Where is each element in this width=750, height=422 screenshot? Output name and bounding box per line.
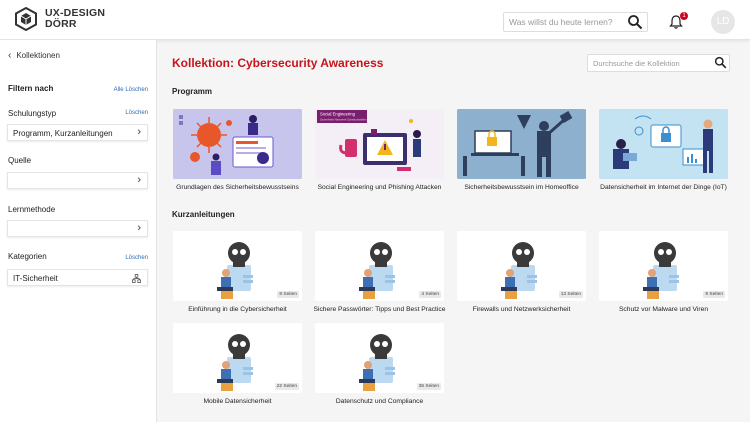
banner-title: Social Engineering — [320, 112, 356, 117]
guide-title: Einführung in die Cybersicherheit — [188, 306, 287, 313]
program-thumbnail — [599, 109, 728, 179]
search-icon[interactable] — [714, 56, 727, 69]
guide-thumbnail: 8 Seiten — [173, 231, 302, 301]
filter-label-lernmethode: Lernmethode — [8, 205, 56, 214]
app: UX-DESIGN DÖRR Was willst du heute lerne… — [0, 0, 750, 422]
logo[interactable]: UX-DESIGN DÖRR — [14, 7, 105, 31]
virus-attack-illustration — [173, 109, 302, 179]
clear-kategorien-link[interactable]: Löschen — [125, 255, 148, 261]
homeoffice-security-illustration — [457, 109, 586, 179]
filter-label-quelle: Quelle — [8, 156, 32, 165]
banner-subtitle: Sicherheits Netzwerk Schwachstellen — [320, 118, 367, 122]
page-count-badge: 13 Seiten — [558, 291, 583, 298]
quelle-select[interactable]: › — [7, 172, 148, 189]
avatar[interactable]: LD — [711, 10, 735, 34]
page-title: Kollektion: Cybersecurity Awareness — [172, 56, 384, 70]
guide-thumbnail: 13 Seiten — [457, 231, 586, 301]
filter-label-kategorien: Kategorien — [8, 252, 47, 261]
schulungstyp-value: Programm, Kurzanleitungen — [13, 129, 113, 138]
page-count-badge: 36 Seiten — [416, 383, 441, 390]
page-count-badge: 9 Seiten — [703, 291, 725, 298]
page-count-badge: 4 Seiten — [419, 291, 441, 298]
chevron-left-icon: ‹ — [8, 50, 12, 61]
program-title: Datensicherheit im Internet der Dinge (I… — [600, 184, 727, 191]
chevron-right-icon: › — [137, 126, 141, 138]
program-section-heading: Programm — [172, 87, 213, 96]
iot-data-security-illustration — [599, 109, 728, 179]
collection-search-input[interactable]: Durchsuche die Kollektion — [587, 54, 730, 72]
guide-title: Mobile Datensicherheit — [203, 398, 272, 405]
guide-thumbnail: 36 Seiten — [315, 323, 444, 393]
chevron-right-icon: › — [137, 174, 141, 186]
guide-title: Firewalls und Netzwerksicherheit — [472, 306, 571, 313]
program-thumbnail — [173, 109, 302, 179]
kategorien-select[interactable]: IT-Sicherheit — [7, 269, 148, 286]
back-label: Kollektionen — [16, 51, 60, 60]
reset-all-filters-link[interactable]: Alle Löschen — [114, 87, 148, 93]
guide-thumbnail: 22 Seiten — [173, 323, 302, 393]
logo-line-2: DÖRR — [45, 18, 77, 30]
guide-thumbnail: 4 Seiten — [315, 231, 444, 301]
clear-schulungstyp-link[interactable]: Löschen — [125, 110, 148, 116]
notification-badge: 1 — [680, 12, 688, 20]
logo-text: UX-DESIGN DÖRR — [45, 8, 105, 30]
guide-title: Datenschutz und Compliance — [335, 398, 424, 405]
lernmethode-select[interactable]: › — [7, 220, 148, 237]
category-tree-icon — [132, 274, 141, 283]
cube-logo-icon — [15, 7, 37, 31]
program-title: Sicherheitsbewusstsein im Homeoffice — [464, 184, 579, 191]
page-count-badge: 8 Seiten — [277, 291, 299, 298]
schulungstyp-select[interactable]: Programm, Kurzanleitungen › — [7, 124, 148, 141]
filter-sidebar: ‹ Kollektionen Filtern nach Alle Löschen… — [0, 40, 157, 422]
kategorien-value: IT-Sicherheit — [13, 274, 58, 283]
chevron-right-icon: › — [137, 222, 141, 234]
program-title: Social Engineering und Phishing Attacken — [317, 184, 442, 191]
program-thumbnail — [457, 109, 586, 179]
filter-label-schulungstyp: Schulungstyp — [8, 109, 57, 118]
page-count-badge: 22 Seiten — [274, 383, 299, 390]
guide-title: Schutz vor Malware und Viren — [618, 306, 709, 313]
search-icon[interactable] — [627, 14, 643, 30]
filter-title: Filtern nach — [8, 84, 54, 93]
guide-thumbnail: 9 Seiten — [599, 231, 728, 301]
program-thumbnail: Social Engineering Sicherheits Netzwerk … — [315, 109, 444, 179]
social-engineering-illustration: Social Engineering Sicherheits Netzwerk … — [315, 109, 444, 179]
guide-title: Sichere Passwörter: Tipps und Best Pract… — [313, 306, 446, 313]
top-bar: UX-DESIGN DÖRR Was willst du heute lerne… — [0, 0, 750, 40]
program-title: Grundlagen des Sicherheitsbewusstseins — [176, 184, 299, 191]
back-to-collections[interactable]: ‹ Kollektionen — [8, 50, 60, 61]
guides-section-heading: Kurzanleitungen — [172, 210, 235, 219]
